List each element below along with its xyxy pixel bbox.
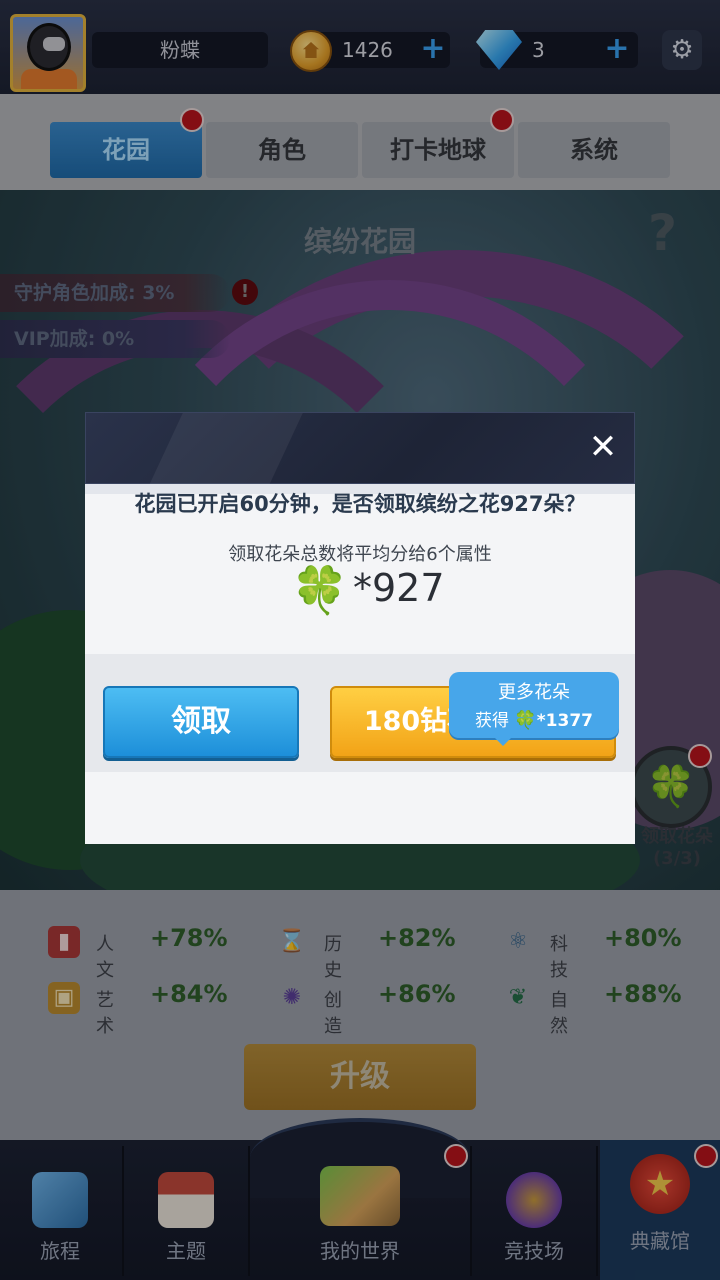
dialog-question: 花园已开启60分钟，是否领取缤纷之花927朵？ — [134, 492, 586, 516]
tooltip-title: 更多花朵 — [498, 682, 570, 703]
tooltip-amount: *1377 — [536, 711, 594, 731]
tooltip-reward: 获得 🍀*1377 — [449, 706, 619, 731]
flower-amount: *927 — [353, 566, 445, 610]
claim-button[interactable]: 领取 — [103, 686, 299, 758]
dialog-subtitle: 领取花朵总数将平均分给6个属性 — [228, 544, 492, 565]
clover-icon: 🍀 — [514, 710, 537, 731]
tooltip-prefix: 获得 — [474, 711, 509, 731]
more-flowers-tooltip: 更多花朵 获得 🍀*1377 — [449, 672, 619, 746]
close-icon[interactable]: ✕ — [586, 427, 620, 467]
clover-icon: 🍀 — [291, 563, 349, 617]
dialog-header: ✕ — [85, 412, 635, 484]
collect-flowers-dialog: ✕ 花园已开启60分钟，是否领取缤纷之花927朵？ 领取花朵总数将平均分给6个属… — [85, 412, 635, 844]
